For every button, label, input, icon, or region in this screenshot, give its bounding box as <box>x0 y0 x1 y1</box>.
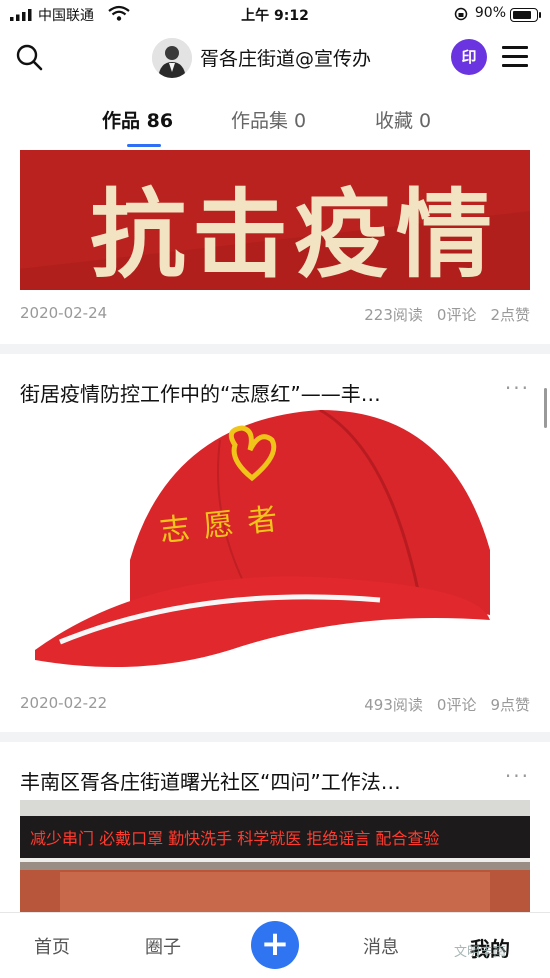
like-count[interactable]: 2点赞 <box>490 306 530 324</box>
rotation-lock-icon <box>454 7 468 21</box>
post-image[interactable]: 志愿者 <box>20 410 530 678</box>
nav-home[interactable]: 首页 <box>34 933 70 959</box>
nav-circle[interactable]: 圈子 <box>145 933 181 959</box>
anti-epidemic-calligraphy-image: 抗击疫情 <box>20 150 530 290</box>
battery-percent: 90% <box>474 5 506 21</box>
volunteer-cap-image: 志愿者 <box>20 410 530 678</box>
search-icon[interactable] <box>14 42 44 72</box>
status-bar: 中国联通 上午 9:12 90% <box>0 0 550 30</box>
post-banner-image[interactable]: 抗击疫情 <box>20 150 530 290</box>
divider <box>0 732 550 742</box>
divider <box>0 344 550 354</box>
watermark: 文明丰南 <box>454 945 507 960</box>
comment-count[interactable]: 0评论 <box>437 306 477 324</box>
profile-header: 胥各庄街道@宣传办 印 <box>0 30 550 86</box>
svg-text:抗击疫情: 抗击疫情 <box>90 178 498 290</box>
read-count: 223阅读 <box>364 306 423 324</box>
more-options-icon[interactable]: ··· <box>505 376 530 400</box>
post-date: 2020-02-24 <box>20 304 108 322</box>
tab-works[interactable]: 作品 86 <box>102 106 173 133</box>
led-sign-building-image: 减少串门 必戴口罩 勤快洗手 科学就医 拒绝谣言 配合查验 <box>20 800 530 912</box>
read-count: 493阅读 <box>364 696 423 714</box>
profile-tabs: 作品 86 作品集 0 收藏 0 <box>0 86 550 148</box>
active-tab-indicator <box>127 144 161 147</box>
comment-count[interactable]: 0评论 <box>437 696 477 714</box>
post-title[interactable]: 街居疫情防控工作中的“志愿红”——丰… <box>20 378 381 407</box>
avatar-person-image <box>152 38 192 78</box>
nav-messages[interactable]: 消息 <box>363 933 399 959</box>
create-post-button[interactable]: + <box>251 921 299 969</box>
post-image[interactable]: 减少串门 必戴口罩 勤快洗手 科学就医 拒绝谣言 配合查验 <box>20 800 530 912</box>
bottom-navigation: 首页 圈子 + 消息 我的 文明丰南 <box>0 912 550 978</box>
more-options-icon[interactable]: ··· <box>505 764 530 788</box>
svg-text:减少串门 必戴口罩 勤快洗手 科学就医 拒绝谣言 配合查验: 减少串门 必戴口罩 勤快洗手 科学就医 拒绝谣言 配合查验 <box>30 829 439 848</box>
battery-icon <box>510 8 541 22</box>
scrollbar[interactable] <box>544 388 547 428</box>
menu-icon[interactable] <box>502 44 528 70</box>
post-title[interactable]: 丰南区胥各庄街道曙光社区“四问”工作法… <box>20 766 401 795</box>
tab-favorites[interactable]: 收藏 0 <box>375 106 431 133</box>
tab-collections[interactable]: 作品集 0 <box>231 106 306 133</box>
like-count[interactable]: 9点赞 <box>490 696 530 714</box>
feed-list[interactable]: 抗击疫情 2020-02-24 223阅读 0评论 2点赞 街居疫情防控工作中的“志… <box>0 148 550 912</box>
stamp-badge-button[interactable]: 印 <box>451 39 487 75</box>
account-name: 胥各庄街道@宣传办 <box>200 48 372 70</box>
avatar[interactable] <box>152 38 192 78</box>
post-date: 2020-02-22 <box>20 694 108 712</box>
